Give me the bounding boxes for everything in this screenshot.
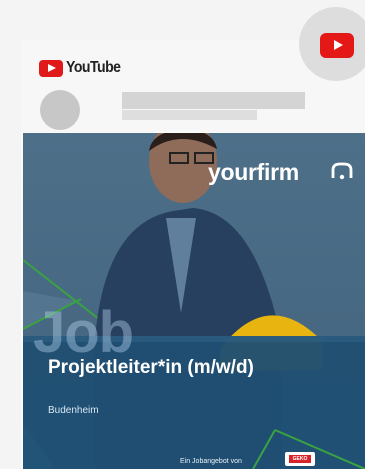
job-watermark: Job xyxy=(33,300,134,365)
video-title-placeholder xyxy=(122,92,305,109)
youtube-play-icon xyxy=(39,59,63,77)
company-logo: GEKO xyxy=(285,452,315,466)
youtube-logo[interactable]: YouTube xyxy=(39,58,128,78)
youtube-embed-card: YouTube yourfirm Job Projektleiter*in (m… xyxy=(21,40,365,469)
avatar[interactable] xyxy=(40,90,80,130)
job-location: Budenheim xyxy=(48,405,99,416)
job-title: Projektleiter*in (m/w/d) xyxy=(48,357,254,378)
youtube-icon xyxy=(320,33,354,58)
youtube-icon-button[interactable] xyxy=(299,7,365,81)
brand-logo: yourfirm xyxy=(208,159,299,185)
yourfirm-icon xyxy=(331,162,353,180)
youtube-wordmark: YouTube xyxy=(66,59,121,76)
video-subtitle-placeholder xyxy=(122,110,257,120)
video-thumbnail[interactable]: yourfirm Job Projektleiter*in (m/w/d) Bu… xyxy=(23,133,365,469)
company-logo-text: GEKO xyxy=(289,455,311,463)
offer-text: Ein Jobangebot von xyxy=(180,458,242,465)
